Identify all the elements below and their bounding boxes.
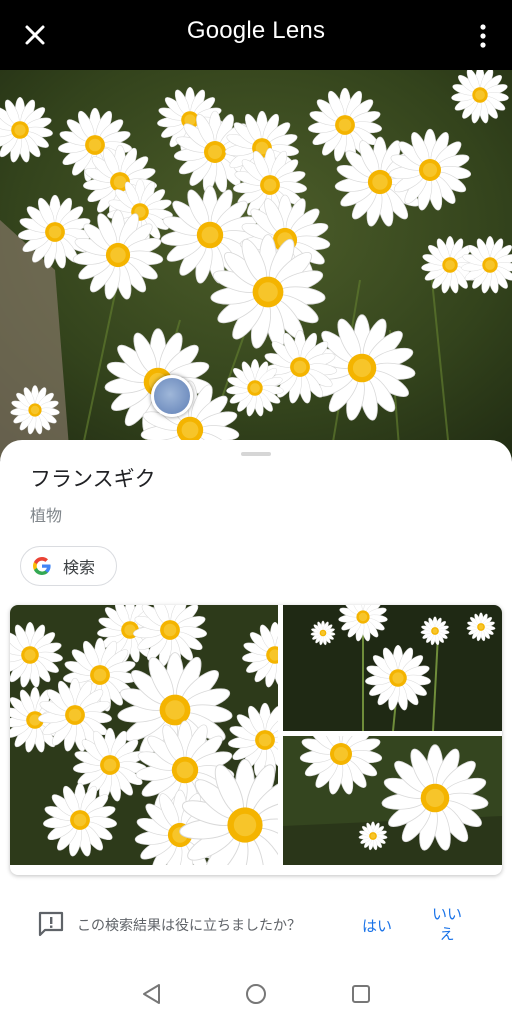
lens-focus-dot[interactable] (151, 375, 193, 417)
home-circle-icon[interactable] (244, 982, 268, 1006)
drag-handle[interactable] (241, 452, 271, 456)
feedback-no-button[interactable]: いいえ (428, 904, 466, 944)
more-vert-icon[interactable] (476, 22, 490, 50)
app-title: Google Lens (186, 17, 326, 44)
result-subtitle: 植物 (30, 506, 63, 525)
result-title: フランスギク (30, 467, 156, 491)
camera-photo[interactable] (0, 70, 512, 460)
image-gallery (10, 605, 502, 875)
recent-square-icon[interactable] (349, 982, 373, 1006)
feedback-yes-button[interactable]: はい (362, 915, 392, 936)
feedback-icon (38, 911, 64, 937)
feedback-row: この検索結果は役に立ちましたか？ はい いいえ (0, 900, 512, 950)
google-g-icon (33, 557, 51, 575)
results-sheet: フランスギク 植物 検索 この検索結果は役に立ちましたか？ はい いいえ (0, 440, 512, 1024)
search-button[interactable]: 検索 (20, 546, 117, 586)
search-label: 検索 (63, 558, 96, 577)
result-image-3[interactable] (283, 736, 502, 865)
top-app-bar: Google Lens (0, 0, 512, 70)
system-nav-bar (0, 964, 512, 1024)
feedback-question: この検索結果は役に立ちましたか？ (77, 918, 301, 934)
result-image-1[interactable] (10, 605, 278, 865)
result-image-2[interactable] (283, 605, 502, 731)
back-triangle-icon[interactable] (140, 982, 164, 1006)
